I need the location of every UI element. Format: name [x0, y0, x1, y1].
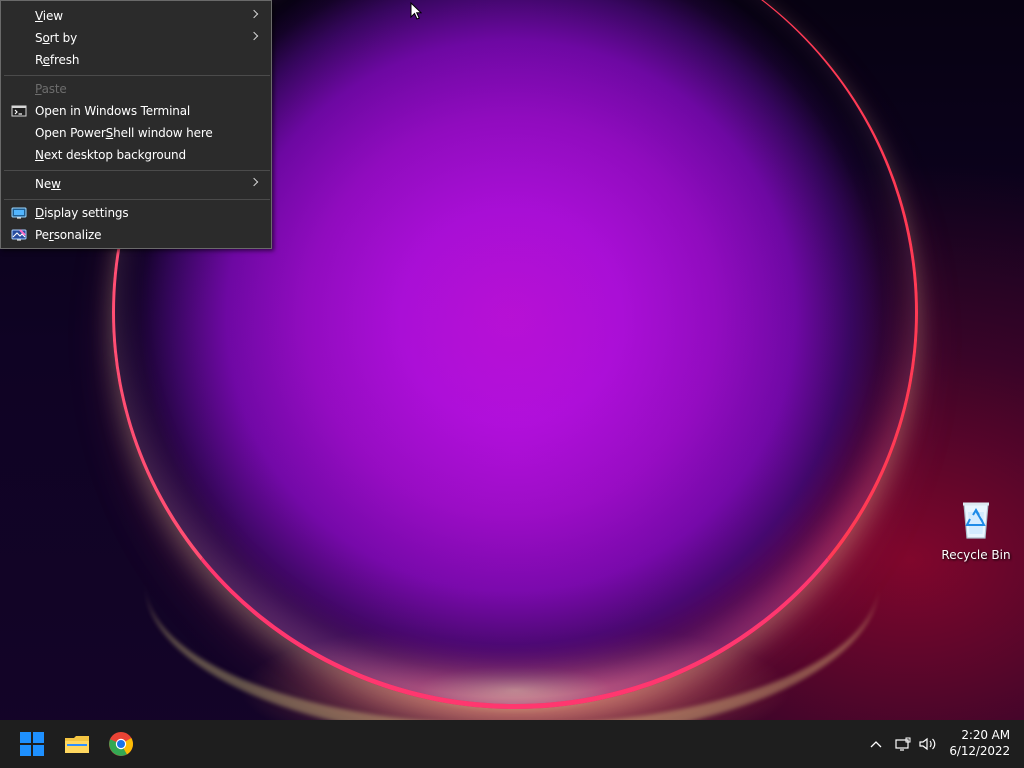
- recycle-bin-label: Recycle Bin: [941, 548, 1011, 562]
- menu-item-open-in-windows-terminal-label: Open in Windows Terminal: [35, 104, 191, 118]
- taskbar-date: 6/12/2022: [949, 744, 1010, 758]
- menu-item-sort-by[interactable]: Sort by: [1, 27, 271, 49]
- google-chrome-button[interactable]: [105, 728, 137, 760]
- network-icon: [895, 737, 911, 751]
- menu-item-personalize-rest: sonalize: [53, 228, 102, 242]
- mouse-cursor-icon: [410, 2, 422, 20]
- menu-item-personalize-prefix: Pe: [35, 228, 49, 242]
- menu-item-refresh-rest: fresh: [49, 53, 80, 67]
- menu-separator: [4, 170, 270, 171]
- taskbar: 2:20 AM 6/12/2022: [0, 720, 1024, 768]
- menu-item-paste-label: Paste: [35, 81, 67, 97]
- desktop-context-menu: View Sort by Refresh Paste Open in Windo…: [0, 0, 272, 249]
- menu-item-new-access-key: w: [51, 177, 61, 191]
- menu-item-refresh-label: Refresh: [35, 52, 79, 68]
- menu-item-paste: Paste: [1, 78, 271, 100]
- file-explorer-button[interactable]: [61, 728, 93, 760]
- terminal-icon: [11, 105, 27, 117]
- taskbar-time: 2:20 AM: [961, 728, 1010, 742]
- desktop[interactable]: View Sort by Refresh Paste Open in Windo…: [0, 0, 1024, 768]
- menu-item-open-in-windows-terminal[interactable]: Open in Windows Terminal: [1, 100, 271, 122]
- menu-item-refresh-prefix: R: [35, 53, 43, 67]
- recycle-bin-desktop-icon[interactable]: Recycle Bin: [936, 494, 1016, 568]
- menu-item-display-settings[interactable]: Display settings: [1, 202, 271, 224]
- menu-item-display-settings-rest: isplay settings: [44, 206, 129, 220]
- menu-item-view-label: View: [35, 8, 63, 24]
- volume-button[interactable]: [918, 734, 938, 754]
- menu-item-next-desktop-background[interactable]: Next desktop background: [1, 144, 271, 166]
- chevron-up-icon: [870, 741, 882, 748]
- menu-item-new-prefix: Ne: [35, 177, 52, 191]
- menu-item-personalize[interactable]: Personalize: [1, 224, 271, 246]
- recycle-bin-icon: [963, 502, 989, 539]
- network-button[interactable]: [893, 734, 913, 754]
- menu-item-paste-rest: aste: [41, 82, 67, 96]
- menu-item-view[interactable]: View: [1, 5, 271, 27]
- menu-item-view-rest: iew: [42, 9, 63, 23]
- menu-item-open-powershell-window-here-prefix: Open Power: [35, 126, 106, 140]
- menu-item-display-settings-access-key: D: [35, 206, 45, 220]
- chevron-right-icon: [251, 30, 259, 44]
- menu-item-new[interactable]: New: [1, 173, 271, 195]
- start-button[interactable]: [16, 728, 48, 760]
- chevron-right-icon: [251, 176, 259, 190]
- menu-item-open-powershell-window-here-rest: hell window here: [113, 126, 213, 140]
- menu-item-open-powershell-window-here[interactable]: Open PowerShell window here: [1, 122, 271, 144]
- menu-item-next-desktop-background-rest: ext desktop background: [43, 148, 186, 162]
- folder-icon: [65, 736, 89, 753]
- windows-start-icon: [20, 732, 44, 756]
- menu-item-open-powershell-window-here-label: Open PowerShell window here: [35, 125, 213, 141]
- menu-item-refresh-access-key: e: [42, 53, 50, 67]
- menu-item-personalize-label: Personalize: [35, 227, 102, 243]
- display-settings-icon: [11, 207, 27, 219]
- menu-separator: [4, 199, 270, 200]
- speaker-icon: [919, 737, 936, 751]
- chrome-icon: [109, 732, 133, 756]
- taskbar-clock[interactable]: 2:20 AM 6/12/2022: [936, 727, 1010, 761]
- menu-item-view-access-key: V: [35, 9, 43, 23]
- chevron-right-icon: [251, 8, 259, 22]
- menu-separator: [4, 75, 270, 76]
- menu-item-display-settings-label: Display settings: [35, 205, 129, 221]
- personalize-icon: [11, 229, 27, 241]
- menu-item-open-powershell-window-here-access-key: S: [105, 126, 114, 140]
- menu-item-next-desktop-background-label: Next desktop background: [35, 147, 186, 163]
- wallpaper-glow: [145, 425, 879, 741]
- menu-item-sort-by-label: Sort by: [35, 30, 77, 46]
- show-hidden-icons-button[interactable]: [866, 734, 886, 754]
- menu-item-sort-by-rest: rt by: [49, 31, 78, 45]
- menu-item-refresh[interactable]: Refresh: [1, 49, 271, 71]
- menu-item-new-label: New: [35, 176, 61, 192]
- menu-item-sort-by-access-key: o: [42, 31, 50, 45]
- menu-item-next-desktop-background-access-key: N: [35, 148, 44, 162]
